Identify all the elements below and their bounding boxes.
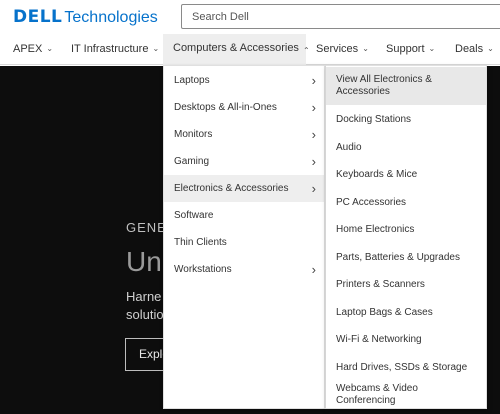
nav-item-support[interactable]: Support ⌄ [386, 34, 435, 65]
submenu-item-pc-accessories[interactable]: PC Accessories [326, 189, 486, 216]
nav-item-label: IT Infrastructure [71, 43, 149, 55]
submenu-item-label: Home Electronics [336, 223, 415, 235]
chevron-right-icon: › [311, 127, 316, 142]
submenu-item-keyboards-mice[interactable]: Keyboards & Mice [326, 161, 486, 188]
menu-item-monitors[interactable]: Monitors › [164, 121, 324, 148]
nav-item-services[interactable]: Services ⌄ [316, 34, 369, 65]
submenu-item-label: Laptop Bags & Cases [336, 306, 433, 318]
chevron-down-icon: ⌄ [152, 44, 160, 53]
chevron-right-icon: › [311, 154, 316, 169]
submenu-item-parts-batteries[interactable]: Parts, Batteries & Upgrades [326, 244, 486, 271]
computers-accessories-menu: Laptops › Desktops & All-in-Ones › Monit… [163, 65, 325, 409]
chevron-up-icon: ⌃ [302, 46, 310, 55]
menu-item-label: Gaming [174, 156, 210, 167]
chevron-down-icon: ⌄ [487, 44, 494, 53]
submenu-item-audio[interactable]: Audio [326, 134, 486, 161]
submenu-item-laptop-bags[interactable]: Laptop Bags & Cases [326, 299, 486, 326]
submenu-item-label: PC Accessories [336, 196, 407, 208]
top-header: DELL Technologies [0, 0, 500, 34]
hero-eyebrow: GENE [126, 220, 167, 235]
logo-brand: DELL [13, 7, 63, 27]
main-nav: APEX ⌄ IT Infrastructure ⌄ Computers & Acc… [0, 34, 500, 65]
nav-item-label: APEX [13, 43, 43, 55]
chevron-right-icon: › [311, 100, 316, 115]
nav-item-label: Computers & Accessories [173, 42, 299, 54]
chevron-down-icon: ⌄ [362, 44, 369, 53]
menu-item-label: Software [174, 210, 214, 221]
menu-item-laptops[interactable]: Laptops › [164, 67, 324, 94]
nav-item-label: Deals [455, 43, 484, 55]
search-box [181, 4, 500, 29]
submenu-item-view-all[interactable]: View All Electronics & Accessories [326, 67, 486, 105]
menu-item-workstations[interactable]: Workstations › [164, 256, 324, 283]
submenu-item-wifi-networking[interactable]: Wi-Fi & Networking [326, 326, 486, 353]
nav-item-it-infrastructure[interactable]: IT Infrastructure ⌄ [71, 34, 159, 65]
chevron-right-icon: › [311, 73, 316, 88]
submenu-item-hard-drives[interactable]: Hard Drives, SSDs & Storage [326, 354, 486, 381]
nav-item-label: Support [386, 43, 425, 55]
chevron-right-icon: › [311, 262, 316, 277]
menu-item-thin-clients[interactable]: Thin Clients [164, 229, 324, 256]
submenu-item-label: Audio [336, 141, 362, 153]
submenu-item-label: Webcams & Video Conferencing [336, 382, 418, 406]
menu-item-gaming[interactable]: Gaming › [164, 148, 324, 175]
submenu-item-printers-scanners[interactable]: Printers & Scanners [326, 271, 486, 298]
dell-technologies-logo[interactable]: DELL Technologies [13, 7, 158, 27]
submenu-item-label: Docking Stations [336, 113, 412, 125]
hero-title: Unl [126, 246, 169, 277]
menu-item-label: Laptops [174, 75, 210, 86]
submenu-item-home-electronics[interactable]: Home Electronics [326, 216, 486, 243]
menu-item-electronics-accessories[interactable]: Electronics & Accessories › [164, 175, 324, 202]
search-input[interactable] [182, 5, 500, 28]
submenu-item-label: Keyboards & Mice [336, 168, 418, 180]
chevron-right-icon: › [311, 181, 316, 196]
electronics-accessories-submenu: View All Electronics & Accessories Docki… [325, 65, 487, 409]
nav-item-apex[interactable]: APEX ⌄ [13, 34, 53, 65]
submenu-item-label: View All Electronics & Accessories [336, 74, 432, 97]
chevron-down-icon: ⌄ [428, 44, 436, 53]
nav-item-computers-accessories[interactable]: Computers & Accessories ⌃ [163, 34, 310, 65]
menu-item-label: Thin Clients [174, 237, 227, 248]
menu-item-software[interactable]: Software [164, 202, 324, 229]
nav-item-label: Services [316, 43, 359, 55]
submenu-item-webcams[interactable]: Webcams & Video Conferencing [326, 381, 486, 408]
menu-item-label: Workstations [174, 264, 232, 275]
submenu-item-label: Hard Drives, SSDs & Storage [336, 361, 468, 373]
submenu-item-label: Parts, Batteries & Upgrades [336, 251, 460, 263]
submenu-item-docking-stations[interactable]: Docking Stations [326, 106, 486, 133]
menu-item-label: Monitors [174, 129, 213, 140]
menu-item-label: Electronics & Accessories [174, 183, 289, 194]
chevron-down-icon: ⌄ [46, 44, 54, 53]
menu-item-label: Desktops & All-in-Ones [174, 102, 277, 113]
menu-item-desktops[interactable]: Desktops & All-in-Ones › [164, 94, 324, 121]
submenu-item-label: Wi-Fi & Networking [336, 333, 422, 345]
logo-suffix: Technologies [64, 9, 158, 26]
nav-item-deals[interactable]: Deals ⌄ [455, 34, 494, 65]
submenu-item-label: Printers & Scanners [336, 278, 425, 290]
